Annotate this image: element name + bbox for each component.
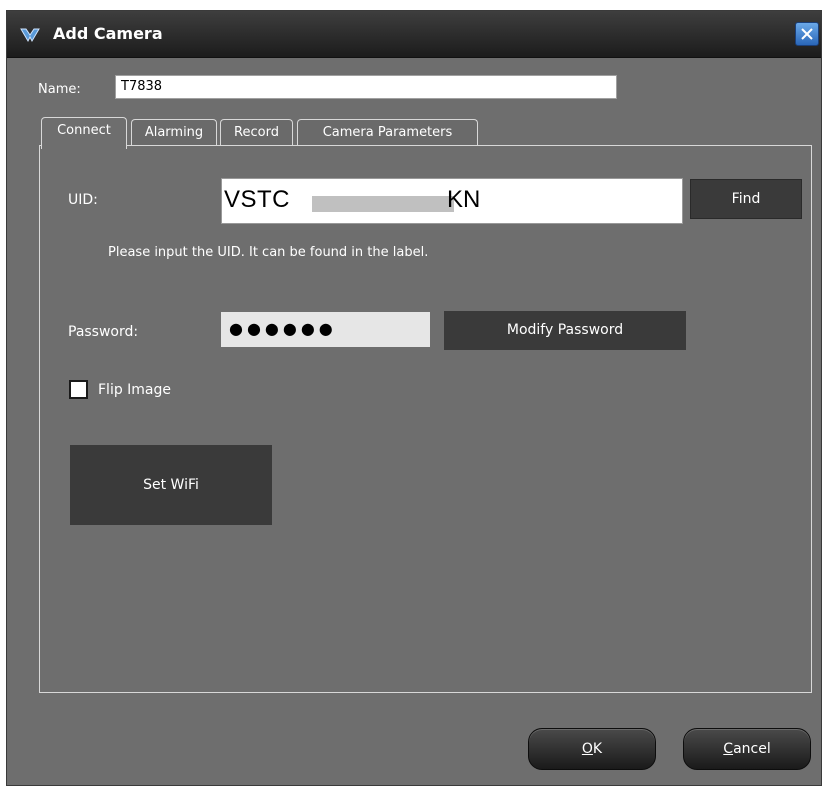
close-button[interactable] <box>795 22 819 46</box>
password-label: Password: <box>68 324 139 340</box>
uid-value-start: VSTC <box>224 186 291 213</box>
set-wifi-button[interactable]: Set WiFi <box>70 445 272 525</box>
uid-redaction <box>312 196 454 212</box>
connect-panel <box>39 145 812 693</box>
find-button[interactable]: Find <box>690 179 802 219</box>
flip-image-checkbox[interactable] <box>69 380 88 399</box>
name-label: Name: <box>38 82 81 97</box>
add-camera-dialog: Add Camera Name: T7838 Connect Alarming … <box>6 10 822 786</box>
tab-record[interactable]: Record <box>220 119 293 146</box>
tab-alarming[interactable]: Alarming <box>131 119 217 146</box>
cancel-label-rest: ancel <box>733 741 771 757</box>
uid-input[interactable]: VSTC KN <box>221 178 683 224</box>
close-icon <box>801 28 813 40</box>
modify-password-button[interactable]: Modify Password <box>444 311 686 350</box>
tab-connect[interactable]: Connect <box>41 117 127 149</box>
cancel-mnemonic: C <box>723 741 734 757</box>
password-input[interactable]: ●●●●●● <box>221 312 430 347</box>
uid-hint: Please input the UID. It can be found in… <box>108 245 429 260</box>
ok-label-rest: K <box>592 741 603 757</box>
uid-value-end: KN <box>447 186 481 213</box>
camera-app-icon <box>19 25 41 45</box>
window-title: Add Camera <box>53 24 163 43</box>
title-bar[interactable]: Add Camera <box>7 11 821 58</box>
ok-mnemonic: O <box>581 741 593 757</box>
ok-button[interactable]: OK <box>528 728 656 770</box>
cancel-button[interactable]: Cancel <box>683 728 811 770</box>
name-input[interactable]: T7838 <box>115 75 617 99</box>
flip-image-label[interactable]: Flip Image <box>98 382 171 398</box>
tab-camera-parameters[interactable]: Camera Parameters <box>297 119 478 146</box>
uid-label: UID: <box>68 192 98 208</box>
